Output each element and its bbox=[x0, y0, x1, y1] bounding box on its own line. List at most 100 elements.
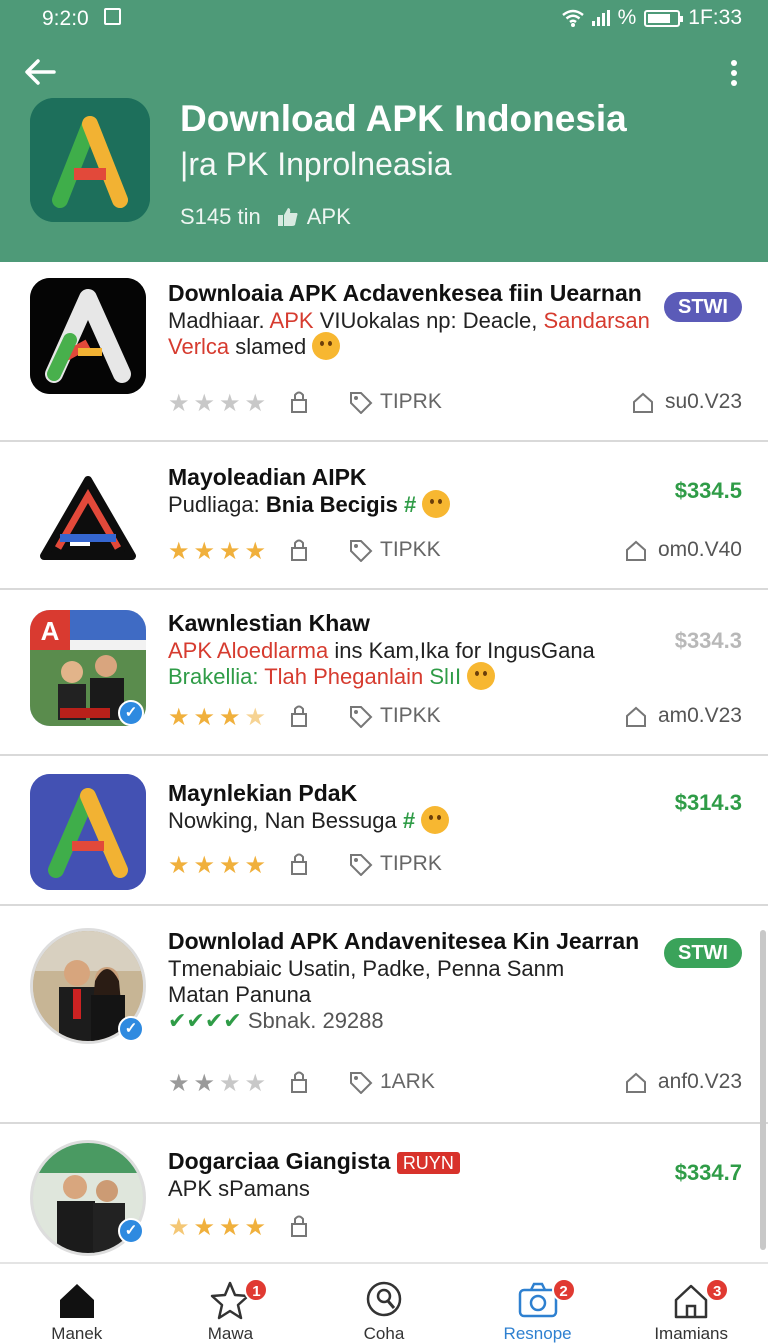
nav-item-home[interactable]: Manek bbox=[0, 1264, 154, 1344]
item-meta: ★ ★ ★ ★ TIPRK bbox=[168, 852, 742, 882]
verified-icon: ✓ bbox=[118, 1218, 144, 1244]
thumbs-up-icon bbox=[277, 208, 298, 226]
version-label: su0.V23 bbox=[631, 390, 742, 414]
rating-stars: ★ ★ ★ ★ bbox=[168, 1070, 267, 1097]
notification-badge: 3 bbox=[705, 1278, 730, 1302]
rating-stars: ★ ★ ★ ★ bbox=[168, 704, 267, 731]
nav-label: Manek bbox=[51, 1324, 103, 1343]
item-title: Kawnlestian Khaw bbox=[168, 610, 370, 636]
status-clock: 1F:33 bbox=[688, 6, 742, 29]
bag-icon[interactable] bbox=[288, 390, 310, 414]
share-icon[interactable] bbox=[624, 538, 648, 562]
smile-emoji-icon bbox=[422, 490, 451, 519]
bottom-nav: Manek 1 Mawa Coha 2 Resnope 3 Imamians bbox=[0, 1262, 768, 1344]
nav-item-profile[interactable]: 3 Imamians bbox=[614, 1264, 768, 1344]
share-icon[interactable] bbox=[631, 390, 655, 414]
item-title: Mayoleadian AIPK bbox=[168, 464, 367, 490]
bag-icon[interactable] bbox=[288, 704, 310, 728]
item-title: Downloaia APK Acdavenkesea fiin Uearnan bbox=[168, 280, 642, 306]
rating-stars: ★ ★ ★ ★ bbox=[168, 1214, 267, 1241]
item-description-2: Brakellia: Tlah Pheganlain SlıI bbox=[168, 662, 496, 692]
tag-icon bbox=[350, 854, 373, 876]
item-meta: ★ ★ ★ ★ TIPKK om0.V40 bbox=[168, 538, 742, 568]
bag-icon[interactable] bbox=[288, 852, 310, 876]
item-title: Downlolad APK Andavenitesea Kin Jearran bbox=[168, 928, 640, 954]
battery-icon bbox=[644, 9, 684, 27]
item-description-2: Verlca slamed bbox=[168, 332, 341, 362]
rating-stars: ★ ★ ★ ★ bbox=[168, 538, 267, 565]
item-price: $334.7 bbox=[674, 1160, 742, 1185]
status-badge: STWI bbox=[664, 938, 742, 968]
home-icon bbox=[59, 1284, 94, 1318]
tag-icon bbox=[350, 540, 373, 562]
nav-item-favorites[interactable]: 1 Mawa bbox=[154, 1264, 308, 1344]
list-item[interactable]: Maynlekian PdaK Nowking, Nan Bessuga # $… bbox=[0, 756, 768, 906]
bag-icon[interactable] bbox=[288, 1214, 310, 1238]
signal-icon bbox=[591, 10, 610, 26]
battery-percent: % bbox=[617, 6, 637, 29]
nav-item-search[interactable]: Coha bbox=[307, 1264, 461, 1344]
list-item[interactable]: Mayoleadian AIPK Pudliaga: Bnia Becigis … bbox=[0, 442, 768, 590]
item-description: Tmenabiaic Usatin, Padke, Penna Sanm bbox=[168, 956, 565, 981]
item-meta: ★ ★ ★ ★ TIPKK am0.V23 bbox=[168, 704, 742, 734]
list-item[interactable]: Downloaia APK Acdavenkesea fiin Uearnan … bbox=[0, 262, 768, 442]
status-badge: STWI bbox=[664, 292, 742, 322]
status-indicators: % 1F:33 bbox=[561, 6, 742, 30]
item-meta: ★ ★ ★ ★ TIPRK su0.V23 bbox=[168, 390, 742, 420]
page-subtitle: |ra PK Inprolneasia bbox=[180, 146, 452, 182]
page-title: Download APK Indonesia bbox=[180, 98, 627, 139]
item-meta: ★ ★ ★ ★ 1ARK anf0.V23 bbox=[168, 1070, 742, 1100]
status-bar: 9:2:0 % 1F:33 bbox=[0, 0, 768, 38]
verified-icon: ✓ bbox=[118, 700, 144, 726]
item-description-2: Matan Panuna bbox=[168, 982, 312, 1007]
item-title: Maynlekian PdaK bbox=[168, 780, 358, 806]
nav-label: Imamians bbox=[654, 1324, 729, 1343]
share-icon[interactable] bbox=[624, 1070, 648, 1094]
item-description: Madhiaar. APK VIUokalas np: Deacle, Sand… bbox=[168, 308, 650, 333]
version-label: am0.V23 bbox=[624, 704, 742, 728]
tag-icon bbox=[350, 1072, 373, 1094]
tag-label: TIPKK bbox=[348, 538, 441, 562]
app-logo bbox=[30, 98, 150, 222]
nav-label: Mawa bbox=[207, 1324, 254, 1343]
app-icon bbox=[30, 278, 146, 394]
status-time: 9:2:0 bbox=[42, 7, 89, 30]
list-item[interactable]: A ✓ Kawnlestian Khaw APK Aloedlarma ins … bbox=[0, 590, 768, 756]
bag-icon[interactable] bbox=[288, 1070, 310, 1094]
nav-label: Coha bbox=[363, 1324, 405, 1343]
item-price: $334.5 bbox=[674, 478, 742, 503]
item-description: Nowking, Nan Bessuga # bbox=[168, 806, 450, 836]
app-type: APK bbox=[306, 204, 351, 229]
item-description: Pudliaga: Bnia Becigis # bbox=[168, 490, 451, 520]
bag-icon[interactable] bbox=[288, 538, 310, 562]
notification-badge: 1 bbox=[244, 1278, 269, 1302]
tag-icon bbox=[350, 392, 373, 414]
sd-card-icon bbox=[104, 8, 121, 25]
item-price: $314.3 bbox=[674, 790, 742, 815]
back-arrow-icon[interactable] bbox=[20, 52, 60, 92]
smile-emoji-icon bbox=[312, 332, 341, 361]
item-price: $334.3 bbox=[674, 628, 742, 653]
app-icon bbox=[30, 774, 146, 890]
verified-icon: ✓ bbox=[118, 1016, 144, 1042]
app-meta: S145 tin APK bbox=[180, 204, 351, 230]
tag-icon bbox=[350, 706, 373, 728]
app-icon bbox=[30, 458, 146, 574]
nav-item-camera[interactable]: 2 Resnope bbox=[461, 1264, 615, 1344]
share-icon[interactable] bbox=[624, 704, 648, 728]
tag-label: 1ARK bbox=[348, 1070, 435, 1094]
tag-label: TIPRK bbox=[348, 390, 442, 414]
list-item[interactable]: ✓ Downlolad APK Andavenitesea Kin Jearra… bbox=[0, 906, 768, 1124]
smile-emoji-icon bbox=[421, 806, 450, 835]
more-vert-icon[interactable] bbox=[722, 56, 746, 90]
svg-text:A: A bbox=[41, 616, 60, 646]
version-label: anf0.V23 bbox=[624, 1070, 742, 1094]
tag-label: TIPKK bbox=[348, 704, 441, 728]
item-title: Dogarciaa Giangista RUYN bbox=[168, 1148, 460, 1175]
item-rating-count: ✔✔✔✔ Sbnak. 29288 bbox=[168, 1008, 384, 1033]
item-description: APK Aloedlarma ins Kam,Ika for IngusGana bbox=[168, 638, 595, 663]
list-item[interactable]: ✓ Dogarciaa Giangista RUYN APK sPamans $… bbox=[0, 1124, 768, 1262]
version-label: om0.V40 bbox=[624, 538, 742, 562]
search-icon bbox=[366, 1281, 402, 1317]
scrollbar[interactable] bbox=[760, 930, 766, 1250]
